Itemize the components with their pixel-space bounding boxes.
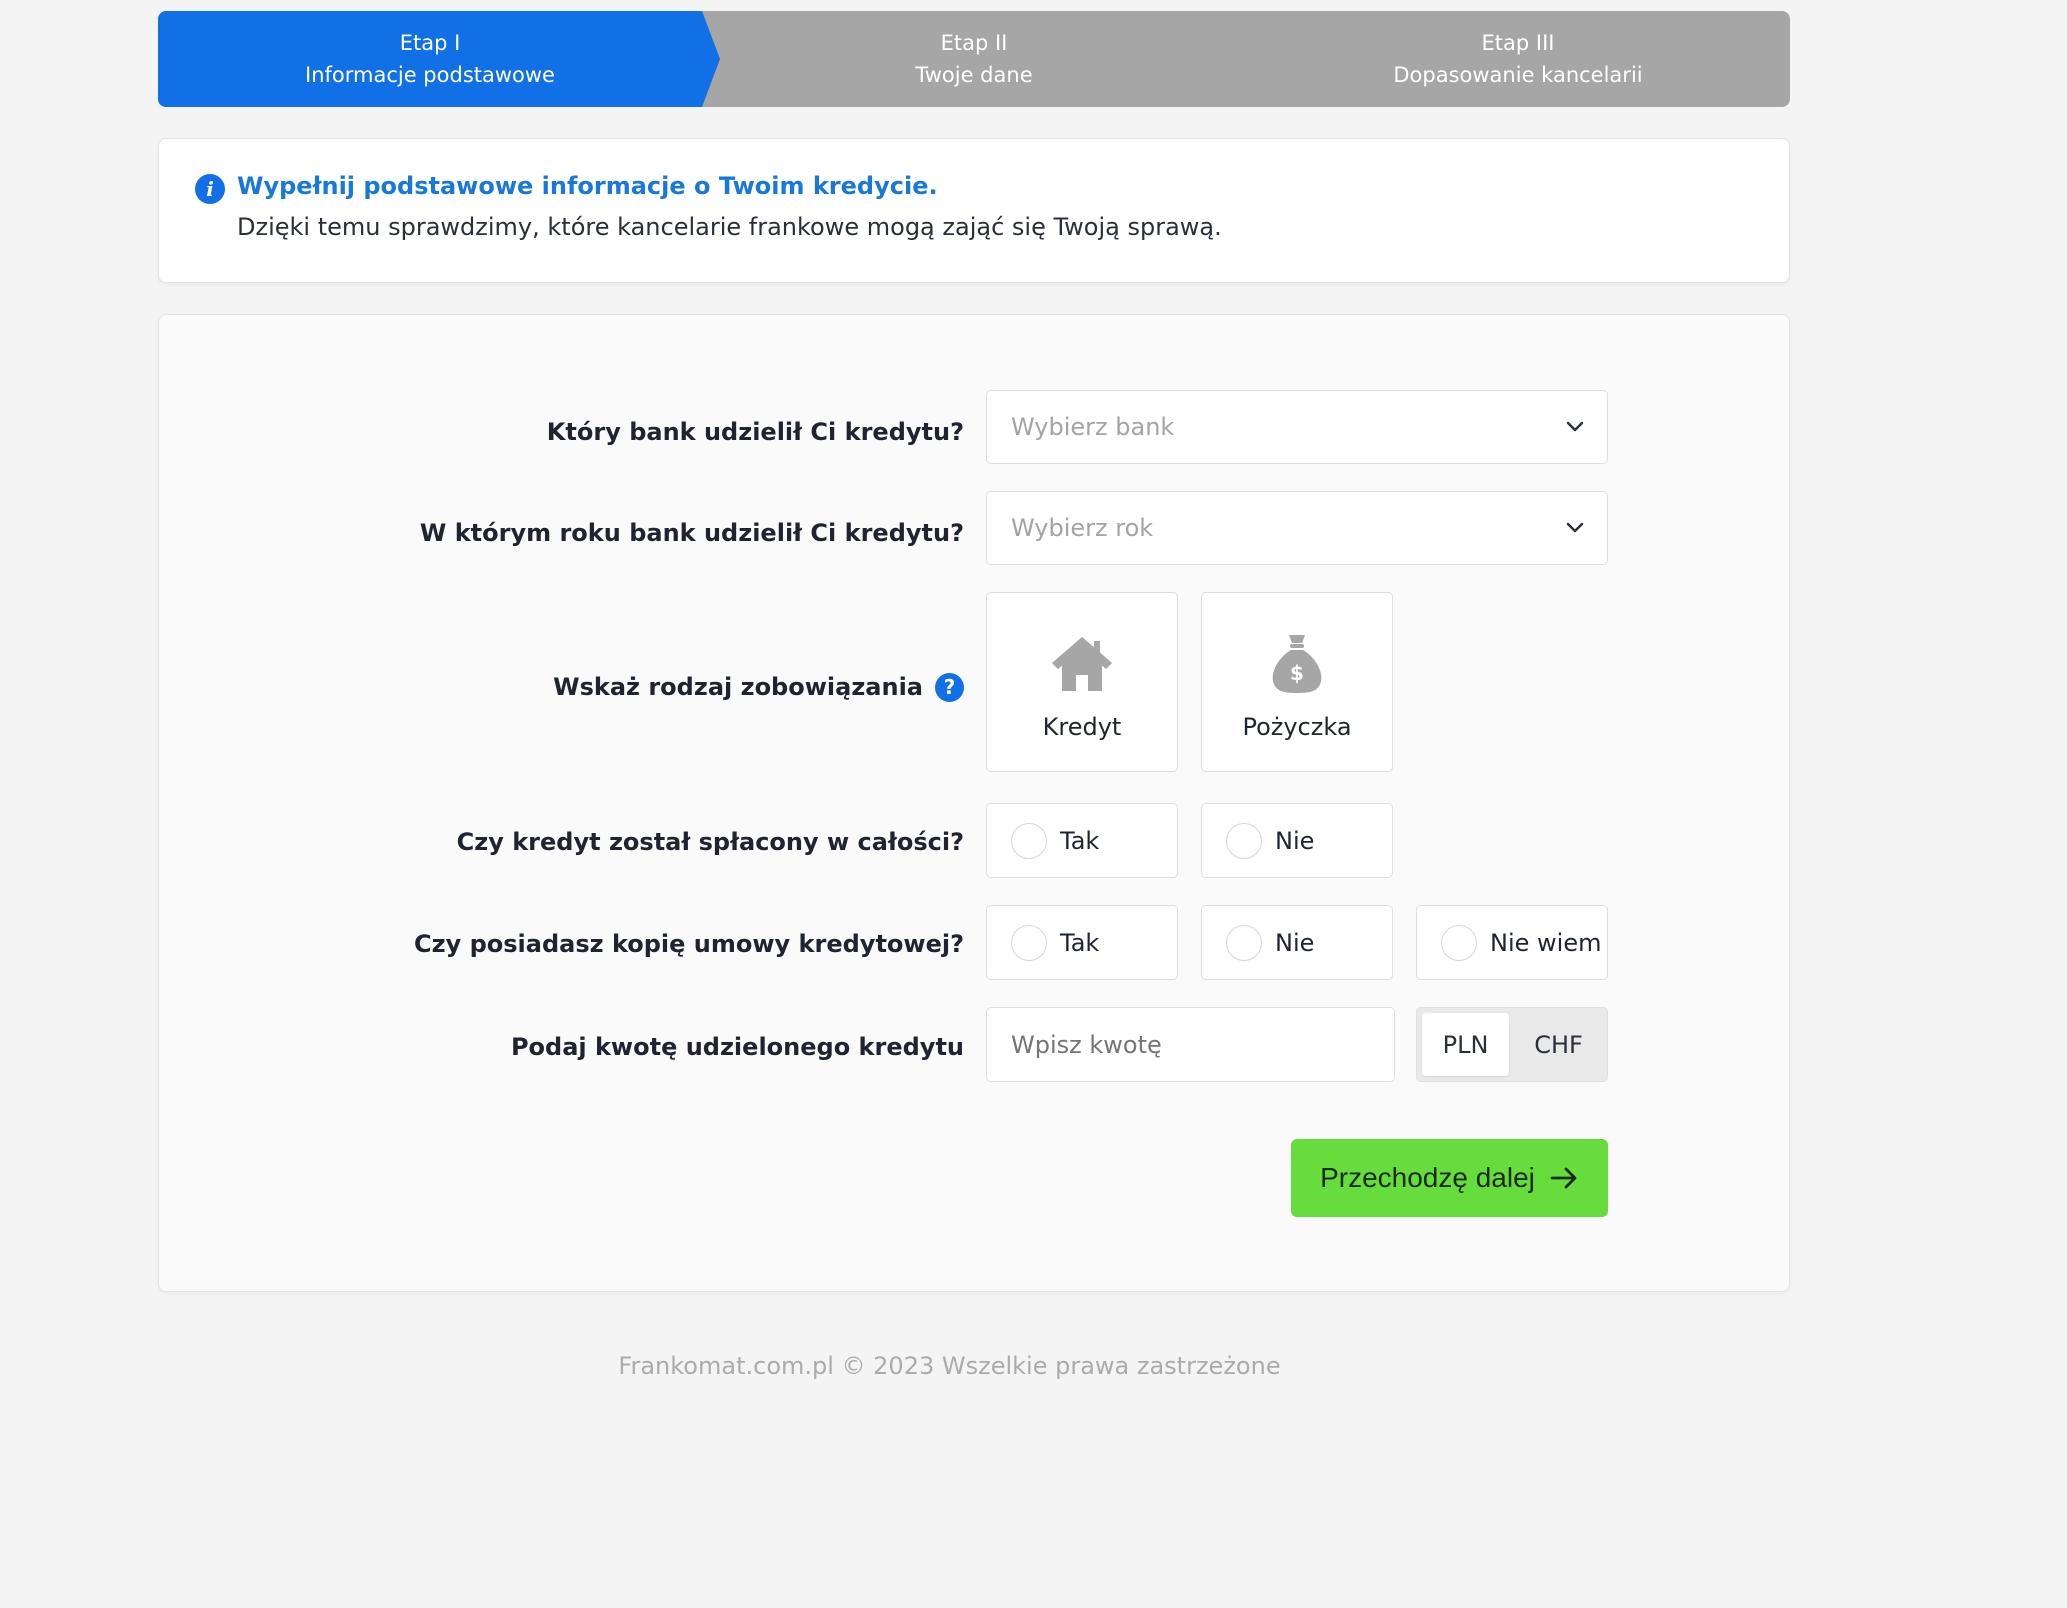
repaid-option-tak[interactable]: Tak (986, 803, 1178, 878)
type-label-text: Wskaż rodzaj zobowiązania (553, 673, 923, 701)
bank-label-text: Który bank udzielił Ci kredytu? (546, 418, 964, 446)
copy-option-nie-wiem[interactable]: Nie wiem (1416, 905, 1608, 980)
bank-select[interactable]: Wybierz bank (986, 390, 1608, 464)
credit-form: Który bank udzielił Ci kredytu? Wybierz … (158, 314, 1790, 1292)
radio-circle (1011, 822, 1047, 859)
year-label-text: W którym roku bank udzielił Ci kredytu? (419, 519, 964, 547)
repaid-label: Czy kredyt został spłacony w całości? (457, 822, 964, 862)
bank-select-placeholder: Wybierz bank (1011, 413, 1175, 441)
chevron-down-icon (1566, 421, 1584, 432)
type-label: Wskaż rodzaj zobowiązania ? (553, 667, 964, 707)
copy-option-nie[interactable]: Nie (1201, 905, 1393, 980)
repaid-option-tak-label: Tak (1060, 826, 1100, 855)
house-icon (1052, 637, 1112, 691)
svg-text:$: $ (1290, 661, 1304, 685)
copy-option-nie-label: Nie (1275, 928, 1315, 957)
stepper: Etap I Informacje podstawowe Etap II Two… (158, 11, 1790, 107)
type-option-kredyt[interactable]: Kredyt (986, 592, 1178, 772)
step-3: Etap III Dopasowanie kancelarii (1246, 11, 1790, 107)
step-3-title: Dopasowanie kancelarii (1393, 63, 1643, 87)
type-option-kredyt-label: Kredyt (1042, 713, 1122, 741)
radio-circle (1441, 924, 1477, 961)
bank-label: Który bank udzielił Ci kredytu? (547, 412, 964, 452)
step-2: Etap II Twoje dane (702, 11, 1246, 107)
copy-option-nie-wiem-label: Nie wiem (1490, 928, 1602, 957)
info-card: i Wypełnij podstawowe informacje o Twoim… (158, 138, 1790, 283)
radio-circle (1011, 924, 1047, 961)
repaid-label-text: Czy kredyt został spłacony w całości? (456, 828, 964, 856)
next-button-label: Przechodzę dalej (1320, 1162, 1535, 1193)
step-1: Etap I Informacje podstawowe (158, 11, 720, 107)
currency-option-pln[interactable]: PLN (1422, 1013, 1509, 1076)
info-icon: i (195, 174, 225, 204)
copy-option-tak-label: Tak (1060, 928, 1100, 957)
type-option-pozyczka-label: Pożyczka (1242, 713, 1352, 741)
repaid-option-nie[interactable]: Nie (1201, 803, 1393, 878)
amount-input[interactable] (986, 1007, 1395, 1082)
radio-circle (1226, 822, 1262, 859)
step-3-label: Etap III (1481, 31, 1555, 55)
year-label: W którym roku bank udzielił Ci kredytu? (420, 513, 964, 553)
arrow-right-icon (1550, 1167, 1577, 1189)
copy-label-text: Czy posiadasz kopię umowy kredytowej? (414, 930, 964, 958)
step-1-title: Informacje podstawowe (305, 63, 555, 87)
chevron-down-icon (1566, 522, 1584, 533)
copy-label: Czy posiadasz kopię umowy kredytowej? (414, 924, 964, 964)
type-option-pozyczka[interactable]: $ Pożyczka (1201, 592, 1393, 772)
copy-option-tak[interactable]: Tak (986, 905, 1178, 980)
next-button[interactable]: Przechodzę dalej (1291, 1139, 1608, 1217)
info-subtitle: Dzięki temu sprawdzimy, które kancelarie… (237, 213, 1222, 241)
page-container: Etap I Informacje podstawowe Etap II Two… (158, 11, 1790, 1292)
step-2-title: Twoje dane (915, 63, 1033, 87)
step-1-label: Etap I (399, 31, 461, 55)
info-title: Wypełnij podstawowe informacje o Twoim k… (237, 172, 938, 200)
year-select-placeholder: Wybierz rok (1011, 514, 1154, 542)
footer-text: Frankomat.com.pl © 2023 Wszelkie prawa z… (618, 1352, 1281, 1380)
radio-circle (1226, 924, 1262, 961)
currency-toggle: PLN CHF (1416, 1007, 1608, 1082)
help-icon[interactable]: ? (935, 672, 964, 702)
money-bag-icon: $ (1272, 635, 1322, 693)
footer: Frankomat.com.pl © 2023 Wszelkie prawa z… (0, 1352, 2067, 1380)
currency-option-chf[interactable]: CHF (1515, 1013, 1602, 1076)
step-2-label: Etap II (940, 31, 1008, 55)
amount-label-text: Podaj kwotę udzielonego kredytu (510, 1033, 964, 1061)
year-select[interactable]: Wybierz rok (986, 491, 1608, 565)
amount-label: Podaj kwotę udzielonego kredytu (511, 1027, 964, 1067)
repaid-option-nie-label: Nie (1275, 826, 1315, 855)
